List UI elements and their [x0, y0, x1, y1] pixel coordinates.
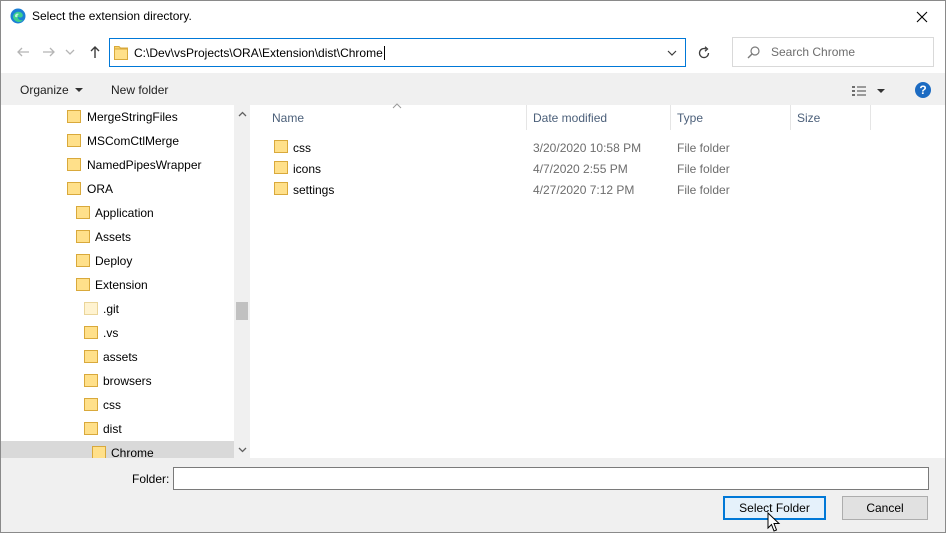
- forward-button[interactable]: [39, 42, 59, 62]
- close-button[interactable]: [899, 1, 945, 32]
- recent-locations-button[interactable]: [63, 42, 77, 62]
- tree-item[interactable]: Application: [1, 201, 234, 225]
- tree-item[interactable]: assets: [1, 345, 234, 369]
- folder-icon: [67, 182, 81, 195]
- address-path: C:\Dev\vsProjects\ORA\Extension\dist\Chr…: [134, 46, 385, 60]
- file-list: Name Date modified Type Size css 3/20/20…: [251, 103, 945, 458]
- file-row[interactable]: icons 4/7/2020 2:55 PM File folder: [271, 158, 871, 178]
- command-toolbar: Organize New folder ?: [1, 73, 945, 105]
- mouse-cursor-icon: [767, 512, 781, 532]
- folder-icon: [76, 230, 90, 243]
- navigation-tree: MergeStringFiles MSComCtlMerge NamedPipe…: [1, 105, 234, 458]
- refresh-button[interactable]: [693, 42, 715, 64]
- details-view-icon: [852, 86, 885, 96]
- scroll-thumb[interactable]: [236, 302, 248, 320]
- change-view-button[interactable]: [851, 83, 891, 99]
- tree-item[interactable]: MSComCtlMerge: [1, 129, 234, 153]
- tree-item[interactable]: Deploy: [1, 249, 234, 273]
- arrow-right-icon: [43, 47, 55, 57]
- tree-item[interactable]: .vs: [1, 321, 234, 345]
- help-button[interactable]: ?: [915, 82, 931, 98]
- scroll-down-button[interactable]: [234, 441, 250, 458]
- folder-icon: [67, 158, 81, 171]
- folder-icon: [67, 110, 81, 123]
- folder-icon: [84, 350, 98, 363]
- search-input[interactable]: [771, 45, 926, 59]
- folder-icon: [76, 278, 90, 291]
- tree-item[interactable]: .git: [1, 297, 234, 321]
- folder-icon: [92, 446, 106, 458]
- organize-menu[interactable]: Organize: [20, 83, 83, 97]
- tree-item[interactable]: MergeStringFiles: [1, 105, 234, 129]
- search-icon: [747, 46, 760, 59]
- tree-scrollbar[interactable]: [234, 105, 250, 458]
- tree-item[interactable]: ORA: [1, 177, 234, 201]
- dialog-footer: Folder: Select Folder Cancel: [1, 458, 945, 532]
- file-row[interactable]: settings 4/27/2020 7:12 PM File folder: [271, 179, 871, 199]
- folder-icon: [67, 134, 81, 147]
- scroll-up-button[interactable]: [234, 105, 250, 122]
- column-header-name[interactable]: Name: [272, 105, 304, 130]
- dialog-title: Select the extension directory.: [32, 9, 192, 23]
- tree-item-selected[interactable]: Chrome: [1, 441, 234, 458]
- search-box[interactable]: [732, 37, 934, 67]
- tree-item[interactable]: browsers: [1, 369, 234, 393]
- folder-icon: [114, 46, 128, 60]
- hidden-folder-icon: [84, 302, 98, 315]
- folder-icon: [84, 374, 98, 387]
- back-button[interactable]: [13, 42, 33, 62]
- folder-icon: [84, 398, 98, 411]
- folder-icon: [84, 422, 98, 435]
- file-row[interactable]: css 3/20/2020 10:58 PM File folder: [271, 137, 871, 157]
- refresh-icon: [698, 46, 710, 59]
- folder-icon: [76, 206, 90, 219]
- title-bar: Select the extension directory.: [1, 1, 945, 32]
- folder-label: Folder:: [132, 472, 170, 486]
- sort-ascending-icon: [392, 103, 402, 109]
- chevron-up-icon: [238, 111, 246, 116]
- arrow-left-icon: [17, 47, 29, 57]
- folder-icon: [274, 161, 288, 174]
- folder-name-input[interactable]: [173, 467, 929, 490]
- column-header-size[interactable]: Size: [797, 105, 820, 130]
- chevron-down-icon: [65, 49, 75, 55]
- tree-item[interactable]: Assets: [1, 225, 234, 249]
- tree-item[interactable]: NamedPipesWrapper: [1, 153, 234, 177]
- column-header-type[interactable]: Type: [677, 105, 703, 130]
- arrow-up-icon: [90, 46, 100, 58]
- folder-icon: [274, 182, 288, 195]
- tree-item[interactable]: Extension: [1, 273, 234, 297]
- new-folder-button[interactable]: New folder: [111, 83, 168, 97]
- folder-icon: [76, 254, 90, 267]
- address-bar[interactable]: C:\Dev\vsProjects\ORA\Extension\dist\Chr…: [109, 38, 686, 67]
- close-icon: [916, 11, 928, 22]
- address-history-dropdown[interactable]: [666, 47, 678, 59]
- column-header-date-modified[interactable]: Date modified: [533, 105, 607, 130]
- tree-item[interactable]: css: [1, 393, 234, 417]
- cancel-button[interactable]: Cancel: [842, 496, 928, 520]
- folder-icon: [84, 326, 98, 339]
- edge-browser-icon: [10, 8, 26, 24]
- folder-icon: [274, 140, 288, 153]
- dropdown-arrow-icon: [74, 88, 83, 92]
- chevron-down-icon: [238, 447, 246, 452]
- up-button[interactable]: [85, 42, 105, 62]
- navigation-bar: C:\Dev\vsProjects\ORA\Extension\dist\Chr…: [1, 32, 945, 72]
- select-folder-dialog: Select the extension directory. C:\Dev\v…: [0, 0, 946, 533]
- tree-item[interactable]: dist: [1, 417, 234, 441]
